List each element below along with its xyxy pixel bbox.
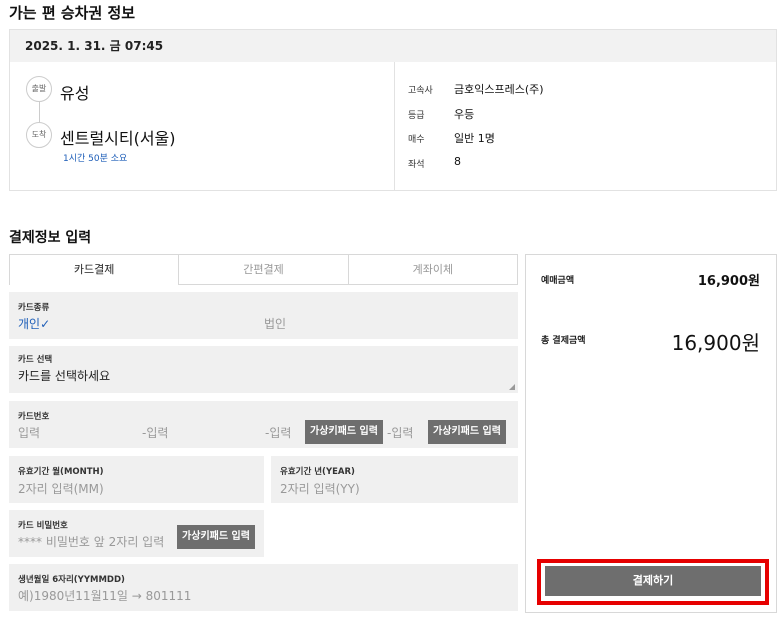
total-amount-value: 16,900원	[671, 331, 760, 355]
ticket-card: 2025. 1. 31. 금 07:45 출발 유성 도착 센트럴시티(서울) …	[9, 29, 777, 191]
info-value-count: 일반 1명	[454, 132, 495, 145]
card-type-label: 카드종류	[18, 303, 50, 313]
ticket-divider	[394, 62, 395, 190]
card-number-group-4: -입력	[387, 424, 413, 441]
expiry-month-label: 유효기간 월(MONTH)	[18, 467, 104, 477]
card-password-label: 카드 비밀번호	[18, 521, 68, 531]
expiry-year-label: 유효기간 년(YEAR)	[280, 467, 355, 477]
info-value-company: 금호익스프레스(주)	[454, 83, 544, 96]
virtual-keypad-button-4[interactable]: 가상키패드 입력	[428, 420, 506, 444]
payment-tabs: 카드결제 간편결제 계좌이체	[9, 254, 518, 285]
info-key-grade: 등급	[408, 111, 425, 121]
virtual-keypad-button-password[interactable]: 가상키패드 입력	[177, 525, 255, 549]
expiry-year-input[interactable]: 2자리 입력(YY)	[280, 480, 360, 497]
expiry-year-field[interactable]: 유효기간 년(YEAR) 2자리 입력(YY)	[271, 456, 518, 503]
card-number-input-1[interactable]: 입력	[18, 424, 40, 441]
check-icon: ✓	[40, 317, 51, 331]
info-key-count: 매수	[408, 135, 425, 145]
card-select-value: 카드를 선택하세요	[18, 369, 111, 383]
duration: 1시간 50분 소요	[63, 154, 128, 164]
info-value-grade: 우등	[454, 108, 475, 121]
birth-input[interactable]: 예)1980년11월11일 → 801111	[18, 587, 191, 604]
card-password-input[interactable]: **** 비밀번호 앞 2자리 입력	[18, 533, 164, 550]
booking-amount-label: 예매금액	[541, 276, 575, 286]
card-number-input-4[interactable]: 입력	[391, 426, 413, 440]
card-password-section: 카드 비밀번호 **** 비밀번호 앞 2자리 입력 가상키패드 입력	[9, 510, 264, 557]
card-number-group-2: -입력	[142, 424, 168, 441]
ticket-datetime: 2025. 1. 31. 금 07:45	[10, 30, 776, 62]
birth-label: 생년월일 6자리(YYMMDD)	[18, 575, 125, 585]
booking-amount-value: 16,900원	[697, 274, 760, 289]
card-number-input-3[interactable]: 입력	[269, 426, 291, 440]
virtual-keypad-button-3[interactable]: 가상키패드 입력	[305, 420, 383, 444]
card-type-personal-label: 개인	[18, 317, 41, 331]
tab-easy-payment[interactable]: 간편결제	[178, 255, 348, 284]
resize-handle-icon	[509, 384, 515, 390]
depart-place: 유성	[60, 84, 90, 103]
card-type-personal[interactable]: 개인✓	[18, 315, 50, 332]
info-key-company: 고속사	[408, 86, 433, 96]
ticket-heading: 가는 편 승차권 정보	[9, 4, 136, 22]
card-type-corporate[interactable]: 법인	[264, 315, 286, 332]
birth-field[interactable]: 생년월일 6자리(YYMMDD) 예)1980년11월11일 → 801111	[9, 564, 518, 611]
expiry-month-field[interactable]: 유효기간 월(MONTH) 2자리 입력(MM)	[9, 456, 264, 503]
arrive-badge: 도착	[26, 122, 52, 148]
ticket-body: 출발 유성 도착 센트럴시티(서울) 1시간 50분 소요 고속사 금호익스프레…	[10, 62, 776, 190]
card-number-label: 카드번호	[18, 412, 50, 422]
tab-bank-transfer[interactable]: 계좌이체	[347, 255, 517, 284]
expiry-month-input[interactable]: 2자리 입력(MM)	[18, 480, 104, 497]
card-select-label: 카드 선택	[18, 355, 53, 365]
card-number-section: 카드번호 입력 -입력 -입력 가상키패드 입력 -입력 가상키패드 입력	[9, 401, 518, 448]
info-key-seat: 좌석	[408, 160, 425, 170]
card-number-group-3: -입력	[265, 424, 291, 441]
info-value-seat: 8	[454, 155, 461, 168]
total-amount-label: 총 결제금액	[541, 336, 586, 346]
card-type-section: 카드종류 개인✓ 법인	[9, 292, 518, 339]
pay-button[interactable]: 결제하기	[545, 566, 761, 596]
payment-heading: 결제정보 입력	[9, 230, 92, 246]
tab-card-payment[interactable]: 카드결제	[10, 255, 179, 285]
arrive-place: 센트럴시티(서울)	[60, 129, 176, 148]
card-number-input-2[interactable]: 입력	[146, 426, 168, 440]
card-select-field[interactable]: 카드 선택 카드를 선택하세요	[9, 346, 518, 393]
depart-badge: 출발	[26, 76, 52, 102]
